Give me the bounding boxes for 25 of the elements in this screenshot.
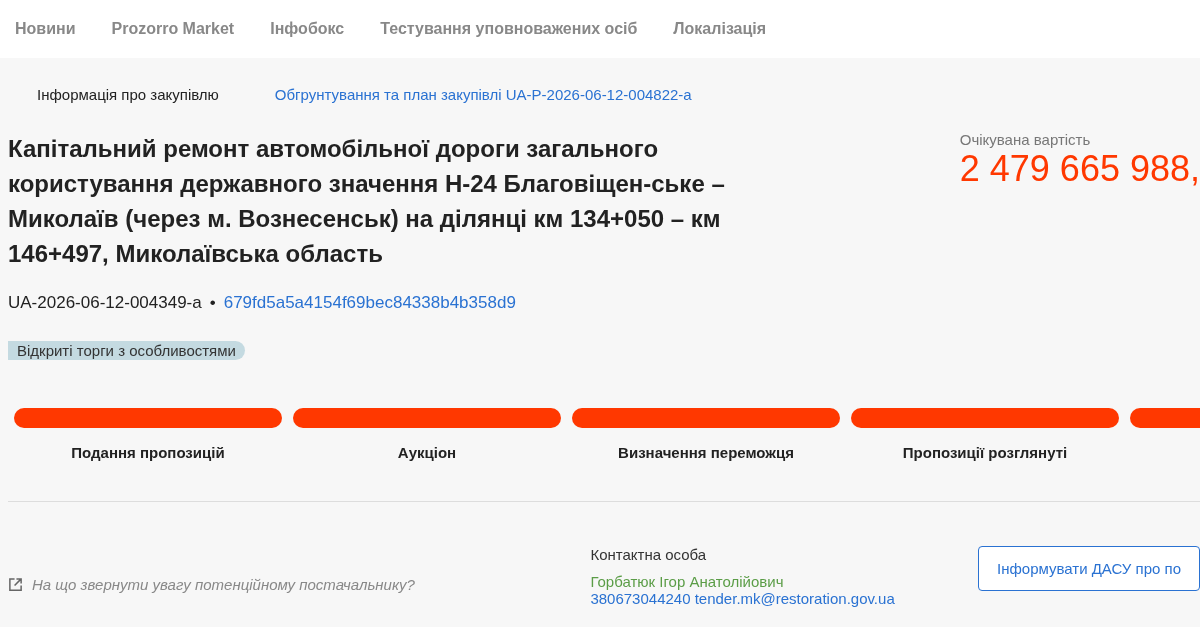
external-link-icon	[8, 577, 23, 592]
nav-link[interactable]: Prozorro Market	[111, 20, 235, 38]
procedure-tag: Відкриті торги з особливостями	[8, 341, 245, 360]
tab[interactable]: Обгрунтування та план закупівлі UA-P-2026-06-12-004822-a	[274, 86, 692, 103]
separator: •	[209, 293, 216, 313]
stage-label: Подання пропозицій	[71, 444, 225, 461]
phone-link[interactable]: 380673044240	[590, 590, 691, 607]
nav-link[interactable]: Новини	[15, 20, 76, 38]
tender-title: Капітальний ремонт автомобільної дороги загального користування державного значення Н-24 Благовіщен-ське – Миколаїв (через м. Вознесенськ) на ділянці км 134+050 – км 146+497, Миколаївська область	[8, 134, 726, 269]
contact-heading: Контактна особа	[590, 546, 708, 563]
stage-label: Аукціон	[397, 444, 457, 461]
tab[interactable]: Інформація про закупівлю	[37, 86, 219, 103]
nav-link[interactable]: Локалізація	[673, 20, 767, 38]
stage-label: Визначення переможця	[618, 444, 794, 461]
inform-button[interactable]: Інформувати ДАСУ про по	[978, 546, 1200, 591]
hash-link[interactable]: 679fd5a5a4154f69bec84338b4b358d9	[223, 293, 516, 313]
nav-link[interactable]: Інфобокс	[270, 20, 345, 38]
expected-value: 2 479 665 988,	[959, 148, 1200, 190]
stage-label: Пропозиції розглянуті	[902, 444, 1068, 461]
hint-link[interactable]: На що звернути увагу потенційному постачальнику?	[32, 576, 415, 593]
contact-name: Горбатюк Ігор Анатолійович	[590, 573, 785, 590]
tender-id: UA-2026-06-12-004349-a	[8, 293, 202, 313]
value-label: Очікувана вартість	[959, 131, 1092, 148]
email-link[interactable]: tender.mk@restoration.gov.ua	[694, 590, 895, 607]
nav-link[interactable]: Тестування уповноважених осіб	[380, 20, 638, 38]
